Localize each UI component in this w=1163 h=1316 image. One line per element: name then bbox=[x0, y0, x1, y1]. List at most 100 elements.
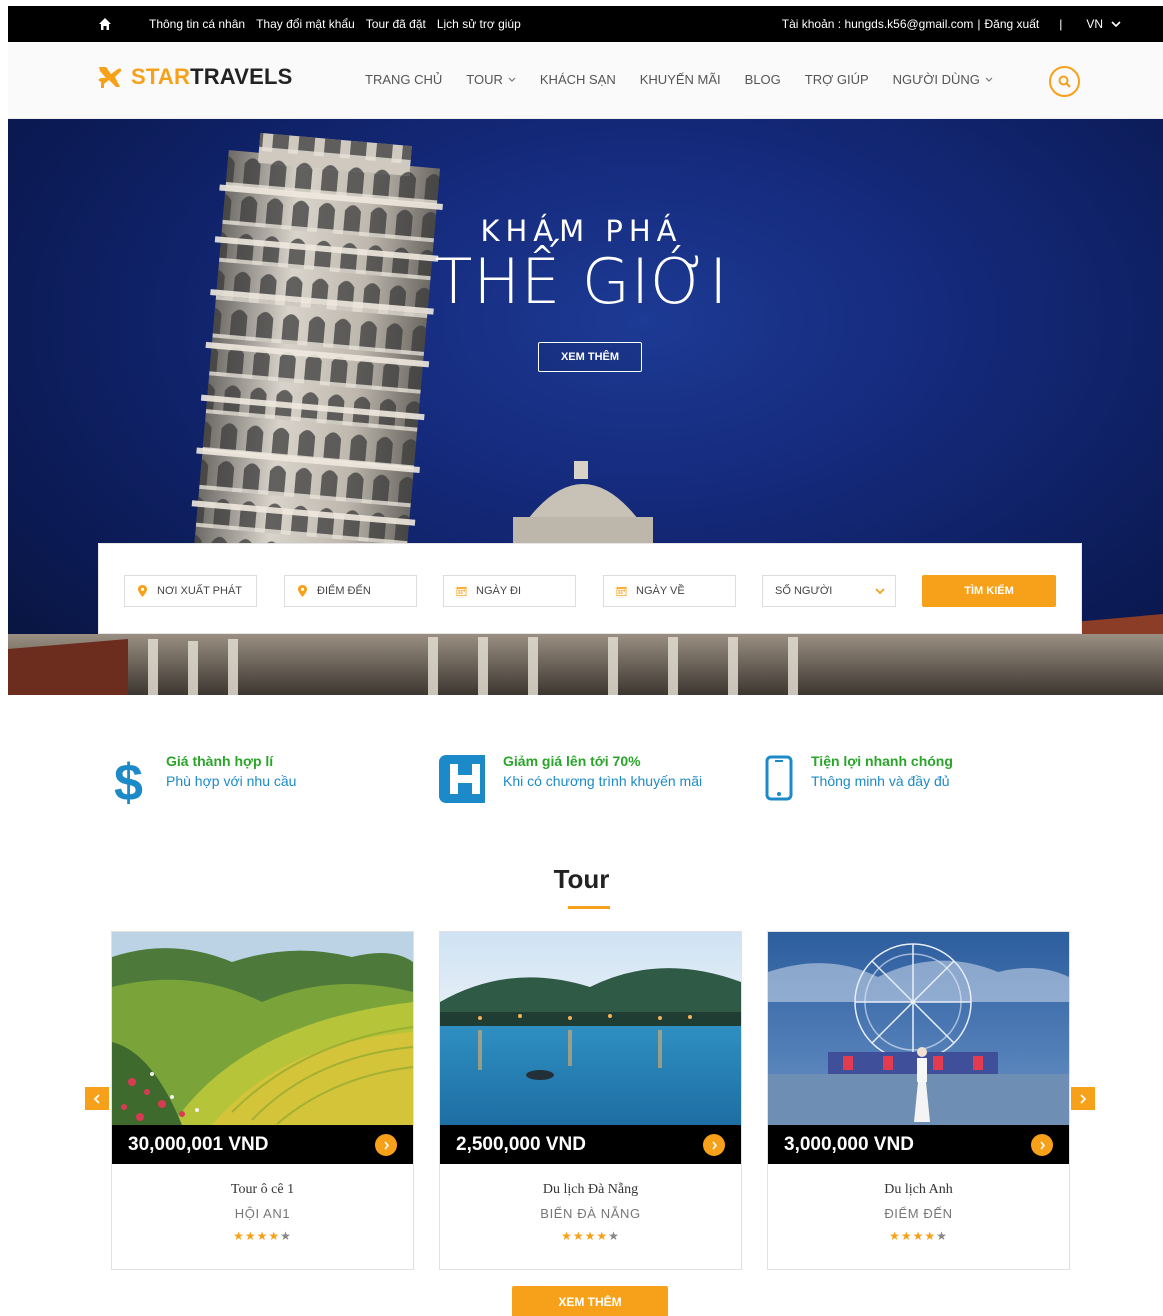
feature-discount: Giảm giá lên tới 70% Khi có chương trình… bbox=[437, 752, 702, 806]
nav-help-label: TRỢ GIÚP bbox=[804, 72, 869, 87]
nav-blog-label: BLOG bbox=[744, 72, 781, 87]
calendar-icon bbox=[616, 586, 627, 597]
map-pin-icon bbox=[138, 585, 147, 597]
people-select[interactable]: SỐ NGƯỜI bbox=[762, 575, 896, 607]
nav-promo-label: KHUYẾN MÃI bbox=[639, 72, 721, 87]
tour-price: 30,000,001 VND bbox=[128, 1134, 269, 1155]
dollar-icon: $ bbox=[114, 754, 143, 806]
feature-price: $ Giá thành hợp lí Phù hợp với nhu cầu bbox=[110, 752, 296, 806]
star-filled-icon: ★★★★ bbox=[561, 1229, 609, 1243]
depart-date-placeholder: NGÀY ĐI bbox=[476, 585, 522, 597]
tour-section-title: Tour bbox=[553, 864, 610, 894]
logout-link[interactable]: Đăng xuất bbox=[985, 17, 1040, 31]
people-value: SỐ NGƯỜI bbox=[775, 585, 833, 597]
brand-logo[interactable]: STAR TRAVELS bbox=[96, 64, 293, 90]
star-filled-icon: ★★★★ bbox=[889, 1229, 937, 1243]
tour-card[interactable]: 2,500,000 VND Du lịch Đà Nẵng BIỂN ĐÀ NẴ… bbox=[439, 931, 742, 1270]
return-date-field[interactable]: NGÀY VỀ bbox=[603, 575, 736, 607]
search-icon bbox=[1058, 75, 1071, 88]
tour-name[interactable]: Du lịch Đà Nẵng bbox=[440, 1182, 741, 1198]
brand-star: STAR bbox=[131, 64, 191, 89]
depart-date-field[interactable]: NGÀY ĐI bbox=[443, 575, 576, 607]
destination-field[interactable]: ĐIỂM ĐẾN bbox=[284, 575, 417, 607]
feature-convenience-text: Thông minh và đầy đủ bbox=[811, 773, 950, 789]
tour-card[interactable]: 3,000,000 VND Du lịch Anh ĐIỂM ĐẾN ★★★★★ bbox=[767, 931, 1070, 1270]
chevron-right-icon bbox=[711, 1140, 717, 1150]
tour-name[interactable]: Du lịch Anh bbox=[768, 1182, 1069, 1198]
nav-promo[interactable]: KHUYẾN MÃI bbox=[640, 72, 721, 87]
tour-price: 3,000,000 VND bbox=[784, 1134, 914, 1155]
nav-hotel-label: KHÁCH SẠN bbox=[539, 72, 616, 87]
feature-convenience-title: Tiện lợi nhanh chóng bbox=[811, 753, 953, 769]
nav-menu: TRANG CHỦ TOUR KHÁCH SẠN KHUYẾN MÃI BLOG… bbox=[365, 72, 1017, 87]
bay-at-dusk-photo[interactable] bbox=[440, 932, 741, 1125]
chevron-down-icon bbox=[985, 77, 993, 82]
carousel-next-button[interactable] bbox=[1071, 1087, 1095, 1110]
tour-place: BIỂN ĐÀ NẴNG bbox=[540, 1206, 641, 1221]
tour-rating: ★★★★★ bbox=[768, 1229, 1069, 1243]
help-history-link[interactable]: Lịch sử trợ giúp bbox=[437, 17, 521, 31]
chevron-right-icon bbox=[1039, 1140, 1045, 1150]
tours-more-button[interactable]: XEM THÊM bbox=[512, 1286, 668, 1316]
tour-card[interactable]: 30,000,001 VND Tour ô cê 1 HỘI AN1 ★★★★★ bbox=[111, 931, 414, 1270]
search-submit-button[interactable]: TÌM KIẾM bbox=[922, 575, 1056, 607]
departure-placeholder: NƠI XUẤT PHÁT bbox=[157, 585, 243, 597]
view-tour-button[interactable] bbox=[1031, 1134, 1053, 1156]
tour-name[interactable]: Tour ô cê 1 bbox=[112, 1182, 413, 1198]
star-empty-icon: ★ bbox=[608, 1229, 620, 1243]
hotel-h-icon bbox=[439, 755, 485, 803]
nav-blog[interactable]: BLOG bbox=[745, 72, 781, 87]
star-empty-icon: ★ bbox=[936, 1229, 948, 1243]
airplane-icon bbox=[98, 67, 122, 88]
account-label: Tài khoản : hungds.k56@gmail.com bbox=[781, 17, 974, 31]
star-filled-icon: ★★★★ bbox=[233, 1229, 281, 1243]
price-bar: 30,000,001 VND bbox=[112, 1125, 413, 1164]
separator: | bbox=[977, 17, 981, 31]
nav-tour-label: TOUR bbox=[466, 72, 503, 87]
booked-tours-link[interactable]: Tour đã đặt bbox=[366, 17, 426, 31]
ferris-wheel-photo[interactable] bbox=[768, 932, 1069, 1125]
main-nav: STAR TRAVELS TRANG CHỦ TOUR KHÁCH SẠN KHU… bbox=[8, 42, 1163, 119]
rice-terraces-photo[interactable] bbox=[112, 932, 413, 1125]
feature-convenience: Tiện lợi nhanh chóng Thông minh và đầy đ… bbox=[763, 752, 953, 806]
chevron-right-icon bbox=[383, 1140, 389, 1150]
section-underline bbox=[568, 906, 610, 909]
carousel-prev-button[interactable] bbox=[85, 1087, 109, 1110]
profile-link[interactable]: Thông tin cá nhân bbox=[149, 17, 245, 31]
feature-discount-title: Giảm giá lên tới 70% bbox=[503, 753, 641, 769]
tour-rating: ★★★★★ bbox=[112, 1229, 413, 1243]
change-password-link[interactable]: Thay đổi mật khẩu bbox=[256, 17, 355, 31]
language-select[interactable]: VN bbox=[1086, 17, 1121, 31]
departure-field[interactable]: NƠI XUẤT PHÁT bbox=[124, 575, 257, 607]
view-tour-button[interactable] bbox=[703, 1134, 725, 1156]
return-date-placeholder: NGÀY VỀ bbox=[636, 585, 685, 597]
hero-more-button[interactable]: XEM THÊM bbox=[538, 342, 642, 372]
home-icon[interactable] bbox=[98, 17, 112, 31]
map-pin-icon bbox=[298, 585, 307, 597]
tour-place: HỘI AN1 bbox=[234, 1206, 291, 1221]
mobile-icon bbox=[765, 755, 793, 801]
nav-help[interactable]: TRỢ GIÚP bbox=[805, 72, 869, 87]
chevron-down-icon bbox=[875, 588, 885, 594]
nav-user[interactable]: NGƯỜI DÙNG bbox=[893, 72, 993, 87]
hero-title: THẾ GIỚI bbox=[434, 245, 729, 318]
hero-kicker: KHÁM PHÁ bbox=[480, 214, 683, 248]
feature-discount-text: Khi có chương trình khuyến mãi bbox=[503, 773, 703, 789]
nav-user-label: NGƯỜI DÙNG bbox=[892, 72, 980, 87]
feature-price-title: Giá thành hợp lí bbox=[166, 753, 274, 769]
account-links: Thông tin cá nhân Thay đổi mật khẩu Tour… bbox=[149, 17, 521, 31]
brand-travels: TRAVELS bbox=[190, 64, 293, 89]
view-tour-button[interactable] bbox=[375, 1134, 397, 1156]
svg-text:$: $ bbox=[114, 754, 143, 806]
language-value: VN bbox=[1086, 17, 1103, 31]
feature-price-text: Phù hợp với nhu cầu bbox=[166, 773, 297, 789]
calendar-icon bbox=[456, 586, 467, 597]
chevron-right-icon bbox=[1080, 1093, 1087, 1104]
nav-hotel[interactable]: KHÁCH SẠN bbox=[540, 72, 616, 87]
nav-home[interactable]: TRANG CHỦ bbox=[365, 72, 442, 87]
search-button[interactable] bbox=[1049, 66, 1080, 97]
price-bar: 2,500,000 VND bbox=[440, 1125, 741, 1164]
tour-search-form: NƠI XUẤT PHÁT ĐIỂM ĐẾN NGÀY ĐI NGÀY VỀ S… bbox=[98, 543, 1082, 634]
chevron-down-icon bbox=[1111, 21, 1121, 27]
nav-tour[interactable]: TOUR bbox=[466, 72, 516, 87]
